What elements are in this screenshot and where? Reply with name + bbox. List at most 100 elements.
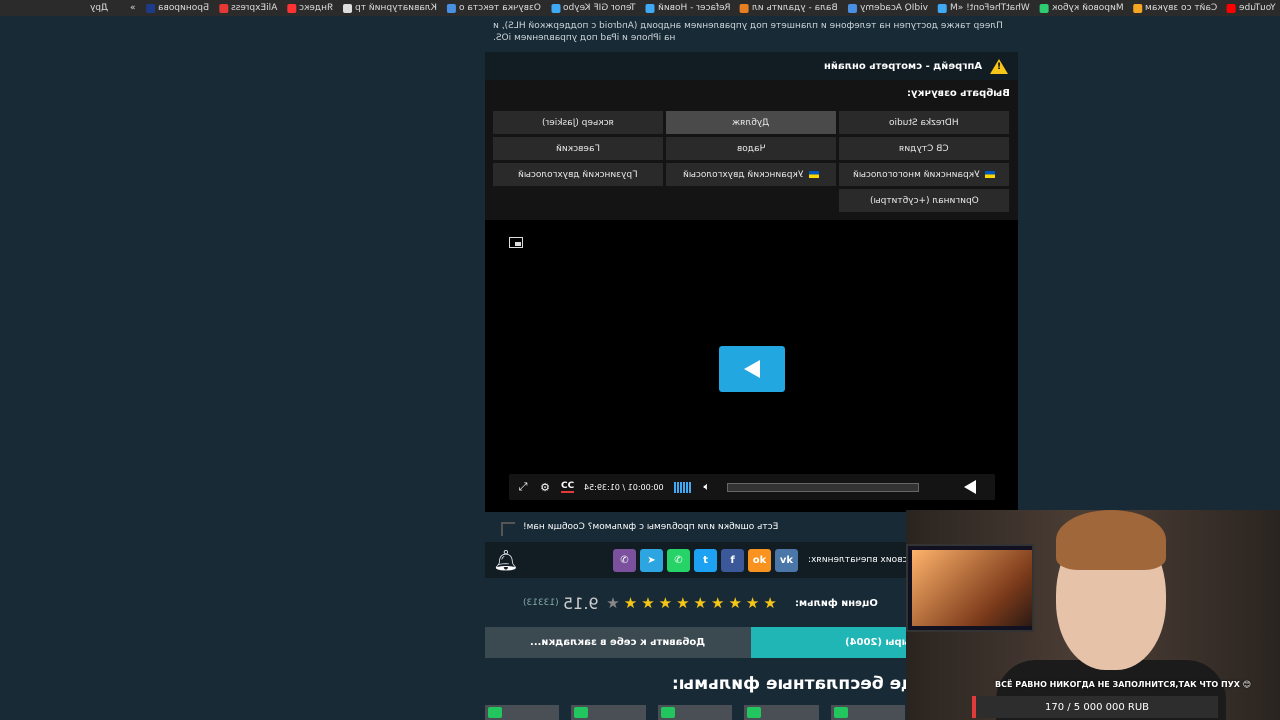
bookmark-label: Клавиатурний тр <box>355 3 438 13</box>
movie-thumbnail[interactable] <box>744 705 819 720</box>
add-bookmark-button[interactable]: Добавить к себе в закладки... <box>485 627 751 658</box>
bookmark-item[interactable]: YouTube <box>1227 3 1276 13</box>
movie-thumbnail[interactable] <box>485 705 560 720</box>
voice-option[interactable]: СВ Студия <box>839 137 1009 160</box>
twitter-share-icon[interactable]: t <box>694 548 717 572</box>
bookmark-item[interactable]: Refacer - Новий <box>645 3 730 13</box>
play-badge-icon <box>833 707 848 718</box>
rating-star-icon[interactable]: ★ <box>624 595 637 611</box>
voice-option[interactable]: яскьер (Jaskier) <box>493 111 663 134</box>
movie-title-bar: Апгрейд - смотреть онлайн <box>485 52 1018 80</box>
donation-goal-bar: 170 / 5 000 000 RUB <box>972 696 1218 718</box>
rating-star-icon[interactable]: ★ <box>746 595 759 611</box>
pip-icon[interactable] <box>509 237 523 248</box>
odnoklassniki-share-icon[interactable]: ok <box>748 548 771 572</box>
bookmark-item[interactable]: Дру <box>77 3 109 13</box>
bookmark-label: Tenor GIF Keybo <box>563 3 636 13</box>
telegram-share-icon[interactable]: ➤ <box>640 548 663 572</box>
vk-share-icon[interactable]: vk <box>775 548 798 572</box>
fullscreen-icon[interactable]: ⤢ <box>517 480 529 493</box>
voice-option[interactable]: Украинский многоголосый <box>839 163 1009 186</box>
bookmark-label: Мировой кубок <box>1051 3 1124 13</box>
volume-slider[interactable] <box>673 481 691 493</box>
bell-icon[interactable]: 🔔︎ <box>493 547 519 573</box>
bookmark-item[interactable]: Клавиатурний тр <box>343 3 437 13</box>
voice-option[interactable]: Чадов <box>666 137 836 160</box>
volume-bar <box>676 481 679 493</box>
bookmark-item[interactable]: AliExpress <box>218 3 278 13</box>
bookmark-item[interactable]: vidIQ Academy <box>847 3 928 13</box>
bookmark-item[interactable]: Яндекс <box>287 3 333 13</box>
bookmark-item[interactable]: Озвучка текста о <box>447 3 541 13</box>
video-player[interactable]: ⤢ ⚙ CC 00:00:01 / 01:39:54 🔈︎ <box>485 220 1018 512</box>
play-icon <box>744 360 760 378</box>
bookmark-favicon-icon <box>1039 3 1049 13</box>
error-report-text[interactable]: Есть ошибки или проблемы с фильмом? Сооб… <box>523 522 778 532</box>
facebook-share-icon[interactable]: f <box>721 548 744 572</box>
bookmark-item[interactable]: Бронирова <box>145 3 209 13</box>
rating-star-icon[interactable]: ★ <box>659 595 672 611</box>
rating-star-icon[interactable]: ★ <box>641 595 654 611</box>
movie-thumbnail[interactable] <box>657 705 733 720</box>
speaker-icon[interactable]: 🔈︎ <box>701 480 713 493</box>
bookmark-favicon-icon <box>1133 3 1143 13</box>
movie-title: Апгрейд - смотреть онлайн <box>823 60 982 72</box>
volume-bar <box>682 481 685 493</box>
more-movies-title: ще бесплатные фильмы: <box>672 674 920 694</box>
voice-option-label: Чадов <box>736 143 766 154</box>
settings-gear-icon[interactable]: ⚙ <box>539 481 551 494</box>
bookmark-favicon-icon <box>447 3 457 13</box>
rating-star-icon[interactable]: ★ <box>606 595 619 611</box>
rating-star-icon[interactable]: ★ <box>694 595 707 611</box>
viber-share-icon[interactable]: ✆ <box>613 548 636 572</box>
bookmark-item[interactable]: WhatTheFont! «M <box>937 3 1030 13</box>
bookmark-label: Вала - удалить ил <box>752 3 838 13</box>
voice-option[interactable]: HDrezka Studio <box>839 111 1009 134</box>
voice-option[interactable]: Грузинский двухголосый <box>493 163 663 186</box>
rating-star-icon[interactable]: ★ <box>711 595 724 611</box>
bookmark-label: YouTube <box>1239 3 1276 13</box>
rating-star-icon[interactable]: ★ <box>728 595 741 611</box>
voice-option[interactable]: Гаевский <box>493 137 663 160</box>
volume-bar <box>685 481 688 493</box>
webcam-monitor <box>906 544 1034 632</box>
voice-option[interactable]: Оригинал (+субтитры) <box>839 189 1009 212</box>
bookmark-item[interactable]: Tenor GIF Keybo <box>551 3 636 13</box>
bookmark-item[interactable]: Вала - удалить ил <box>740 3 838 13</box>
movie-thumbnail[interactable] <box>830 705 906 720</box>
voice-option-label: HDrezka Studio <box>889 117 959 128</box>
whatsapp-share-icon[interactable]: ✆ <box>667 548 690 572</box>
rating-star-icon[interactable]: ★ <box>763 595 776 611</box>
play-button[interactable] <box>946 474 994 500</box>
bookmark-label: AliExpress <box>230 3 278 13</box>
voice-option-label: Украинский многоголосый <box>853 169 980 180</box>
bookmark-item[interactable]: Сайт со звукам <box>1133 3 1217 13</box>
donation-goal-text: ВСЁ РАВНО НИКОГДА НЕ ЗАПОЛНИТСЯ,ТАК ЧТО … <box>995 680 1252 689</box>
progress-bar[interactable] <box>726 482 919 492</box>
play-small-icon <box>964 480 976 494</box>
voice-option-label: Украинский двухголосый <box>683 169 804 180</box>
content-column: Плеер также доступен на телефоне и планш… <box>485 16 1018 50</box>
bookmark-favicon-icon <box>1227 3 1237 13</box>
player-notice: Плеер также доступен на телефоне и планш… <box>493 21 1003 43</box>
voice-selector: Выбрать озвучку: HDrezka Studio Дубляж яск… <box>485 80 1018 220</box>
bookmark-favicon-icon <box>847 3 857 13</box>
voice-heading: Выбрать озвучку: <box>907 88 1010 99</box>
voice-option[interactable]: Дубляж <box>666 111 836 134</box>
voice-option-label: яскьер (Jaskier) <box>541 117 615 128</box>
voice-option[interactable]: Украинский двухголосый <box>666 163 836 186</box>
voice-option-label: Дубляж <box>732 117 770 128</box>
rating-star-icon[interactable]: ★ <box>676 595 689 611</box>
bookmark-item[interactable]: » <box>118 3 136 13</box>
bookmark-label: Яндекс <box>299 3 334 13</box>
watched-label: ыры (2004) <box>845 637 911 648</box>
big-play-button[interactable] <box>719 346 785 392</box>
bookmark-label: » <box>130 3 136 13</box>
subtitles-button[interactable]: CC <box>561 481 575 493</box>
voice-option-label: Оригинал (+субтитры) <box>869 195 979 206</box>
bookmark-item[interactable]: Мировой кубок <box>1039 3 1124 13</box>
ukraine-flag-icon <box>808 171 819 178</box>
voice-option-label: Гаевский <box>556 143 600 154</box>
movie-thumbnail[interactable] <box>571 705 646 720</box>
bookmark-label: Дру <box>89 3 109 13</box>
